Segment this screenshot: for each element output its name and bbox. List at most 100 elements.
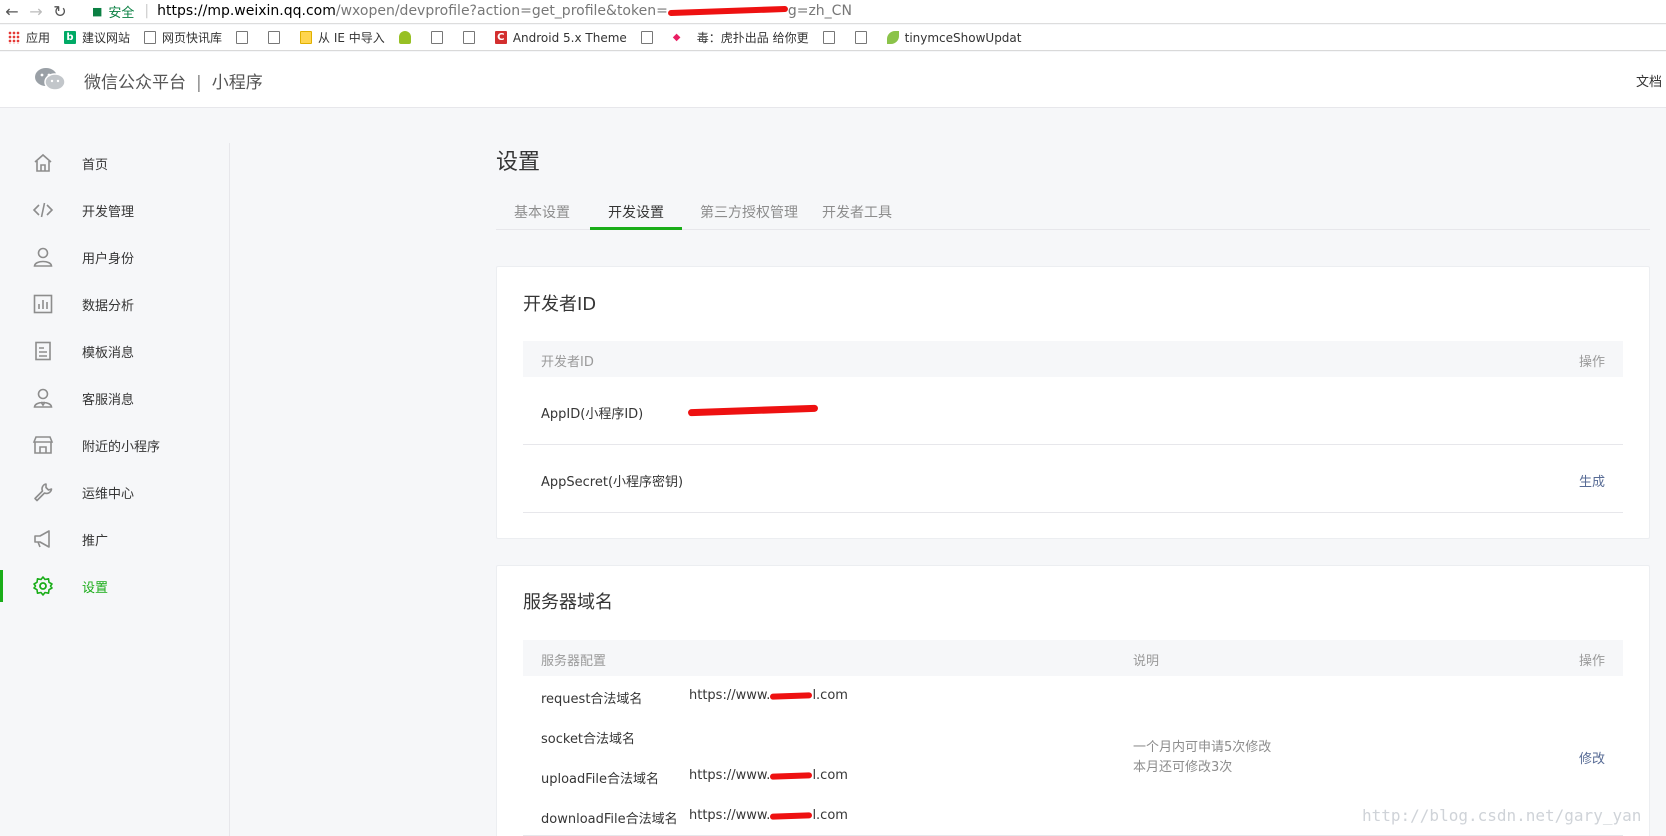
c-logo-icon: C	[494, 31, 507, 44]
sidebar-item-operations[interactable]: 运维中心	[0, 472, 229, 512]
bookmark-label: Android 5.x Theme	[512, 30, 627, 45]
sidebar-item-label: 推广	[82, 533, 109, 549]
code-icon	[32, 202, 54, 218]
sidebar-item-label: 用户身份	[82, 251, 135, 267]
sidebar-item-label: 数据分析	[82, 298, 135, 314]
sidebar-item-customer-service[interactable]: 客服消息	[0, 378, 229, 418]
bookmark-item[interactable]: 网页快讯库	[144, 29, 222, 46]
folder-icon	[300, 31, 313, 44]
bookmark-item[interactable]: b 建议网站	[64, 29, 130, 46]
megaphone-icon	[34, 530, 50, 548]
user-icon	[33, 247, 53, 267]
column-header: 操作	[1578, 355, 1605, 370]
bookmark-item[interactable]	[640, 31, 659, 44]
page-icon	[236, 31, 249, 44]
page-icon	[462, 31, 475, 44]
tab-developer-tools[interactable]: 开发者工具	[804, 196, 910, 230]
appid-label: AppID(小程序ID)	[541, 407, 644, 422]
table-header: 开发者ID 操作	[523, 341, 1623, 377]
sidebar-item-settings[interactable]: 设置	[0, 566, 229, 606]
page-icon	[854, 31, 867, 44]
template-icon	[35, 341, 51, 361]
table-row: AppID(小程序ID)	[523, 377, 1623, 445]
bookmark-item[interactable]	[236, 31, 254, 44]
bookmark-item[interactable]: tinymceShowUpdat	[886, 30, 1022, 45]
leaf-icon	[886, 31, 899, 44]
bing-icon: b	[64, 31, 77, 44]
brand-title[interactable]: 微信公众平台 | 小程序	[84, 68, 263, 93]
redaction-mark	[667, 5, 788, 17]
tab-basic-settings[interactable]: 基本设置	[496, 196, 588, 230]
developer-id-card: 开发者ID 开发者ID 操作 AppID(小程序ID) AppSecret(小程…	[496, 266, 1650, 539]
top-header: 微信公众平台 | 小程序 文档	[0, 52, 1666, 108]
sidebar-item-label: 客服消息	[82, 392, 135, 408]
sidebar-item-data-analysis[interactable]: 数据分析	[0, 284, 229, 324]
page-icon	[144, 31, 157, 44]
bookmark-item[interactable]	[430, 31, 449, 44]
sidebar-item-user-identity[interactable]: 用户身份	[0, 237, 229, 277]
bookmark-label: tinymceShowUpdat	[904, 30, 1022, 45]
domain-value: https://www. l.com	[689, 688, 848, 703]
modify-domain-link[interactable]: 修改	[1579, 748, 1605, 767]
url-tail: g=zh_CN	[787, 3, 852, 19]
bookmark-item[interactable]: 应用	[8, 29, 50, 46]
column-header: 操作	[1578, 654, 1605, 669]
sidebar-item-promotion[interactable]: 推广	[0, 519, 229, 559]
domain-type-label: uploadFile合法域名	[541, 772, 660, 787]
service-icon	[33, 388, 53, 408]
domain-type-label: request合法域名	[541, 692, 643, 707]
tab-dev-settings[interactable]: 开发设置	[590, 196, 682, 230]
apps-grid-icon	[8, 31, 20, 44]
forward-icon[interactable]: →	[24, 2, 48, 21]
bookmark-item[interactable]	[822, 31, 841, 44]
url-path: /wxopen/devprofile?action=get_profile&to…	[335, 3, 668, 19]
sidebar: 首页 开发管理 用户身份 数据分析 模板消息 客服消息 附近的小程序 运维中心 …	[0, 143, 230, 836]
sidebar-item-label: 运维中心	[82, 486, 135, 502]
site-icon: ◆	[672, 31, 691, 44]
column-header: 说明	[1133, 654, 1160, 669]
secure-label: 安全	[108, 5, 135, 21]
brand-divider: |	[196, 73, 202, 93]
bookmark-item[interactable]: 从 IE 中导入	[300, 29, 385, 46]
bookmark-item[interactable]	[462, 31, 481, 44]
reload-icon[interactable]: ↻	[48, 2, 72, 21]
bookmark-item[interactable]	[398, 31, 417, 44]
bookmark-label: 从 IE 中导入	[318, 31, 385, 45]
bookmark-item[interactable]: ◆ 毒：虎扑出品 给你更	[672, 29, 809, 46]
bookmark-item[interactable]	[854, 31, 873, 44]
docs-link[interactable]: 文档	[1636, 71, 1662, 90]
bookmark-label: 网页快讯库	[162, 31, 223, 45]
url-field[interactable]: ■ 安全 | https://mp.weixin.qq.com /wxopen/…	[92, 0, 1666, 22]
table-row: AppSecret(小程序密钥) 生成	[523, 445, 1623, 513]
sidebar-item-nearby-miniprogram[interactable]: 附近的小程序	[0, 425, 229, 465]
page-icon	[822, 31, 835, 44]
chart-icon	[33, 294, 53, 314]
domain-value: https://www. l.com	[689, 768, 848, 783]
tab-third-party-auth[interactable]: 第三方授权管理	[682, 196, 816, 230]
bookmark-label: 毒：虎扑出品 给你更	[696, 31, 809, 45]
home-icon	[34, 153, 52, 172]
bookmark-item[interactable]: C Android 5.x Theme	[494, 30, 627, 45]
bookmark-item[interactable]	[268, 31, 286, 44]
card-title: 服务器域名	[523, 592, 613, 613]
page-icon	[640, 31, 653, 44]
sidebar-item-template-messages[interactable]: 模板消息	[0, 331, 229, 371]
store-icon	[32, 436, 54, 454]
gear-icon	[33, 576, 53, 596]
generate-secret-link[interactable]: 生成	[1579, 471, 1605, 490]
redaction-mark	[687, 404, 819, 417]
domain-type-label: downloadFile合法域名	[541, 812, 678, 827]
page-icon	[430, 31, 443, 44]
column-header: 开发者ID	[541, 355, 594, 370]
sidebar-item-dev-management[interactable]: 开发管理	[0, 190, 229, 230]
sidebar-item-label: 模板消息	[82, 345, 135, 361]
sidebar-item-home[interactable]: 首页	[0, 143, 229, 183]
domain-value: https://www. l.com	[689, 808, 848, 823]
page-icon	[268, 31, 281, 44]
card-title: 开发者ID	[523, 294, 597, 315]
back-icon[interactable]: ←	[0, 2, 24, 21]
wechat-logo-icon	[35, 68, 66, 91]
bookmark-label: 应用	[26, 31, 51, 45]
browser-address-bar: ← → ↻ ■ 安全 | https://mp.weixin.qq.com /w…	[0, 0, 1666, 24]
sidebar-item-label: 开发管理	[82, 204, 135, 220]
